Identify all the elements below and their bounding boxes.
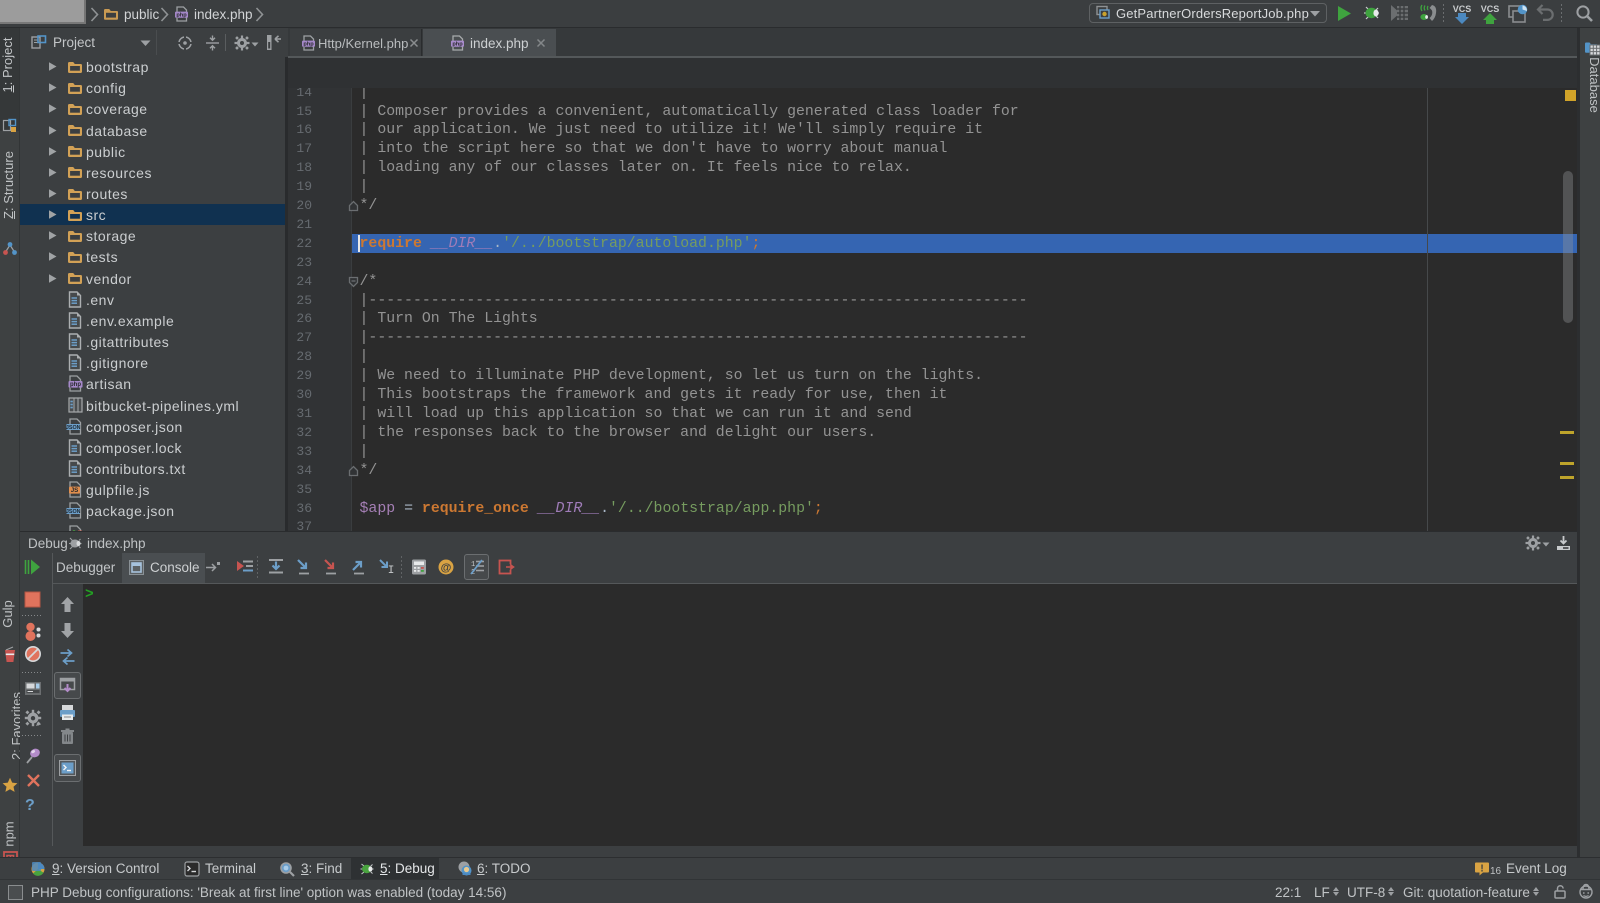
svg-text:php: php xyxy=(70,383,81,389)
svg-text:JS: JS xyxy=(71,487,79,494)
svg-text:1: 1 xyxy=(471,561,475,569)
svg-text:VCS: VCS xyxy=(1481,4,1500,14)
svg-text:JSON: JSON xyxy=(66,424,81,430)
svg-text:php: php xyxy=(303,42,314,48)
svg-text:JSON: JSON xyxy=(66,509,81,515)
svg-text:!: ! xyxy=(1480,864,1483,875)
svg-text:VCS: VCS xyxy=(1453,4,1472,14)
svg-text:I: I xyxy=(388,565,395,576)
svg-text:@: @ xyxy=(441,562,452,574)
svg-text:php: php xyxy=(452,42,463,48)
svg-text:php: php xyxy=(176,13,187,19)
